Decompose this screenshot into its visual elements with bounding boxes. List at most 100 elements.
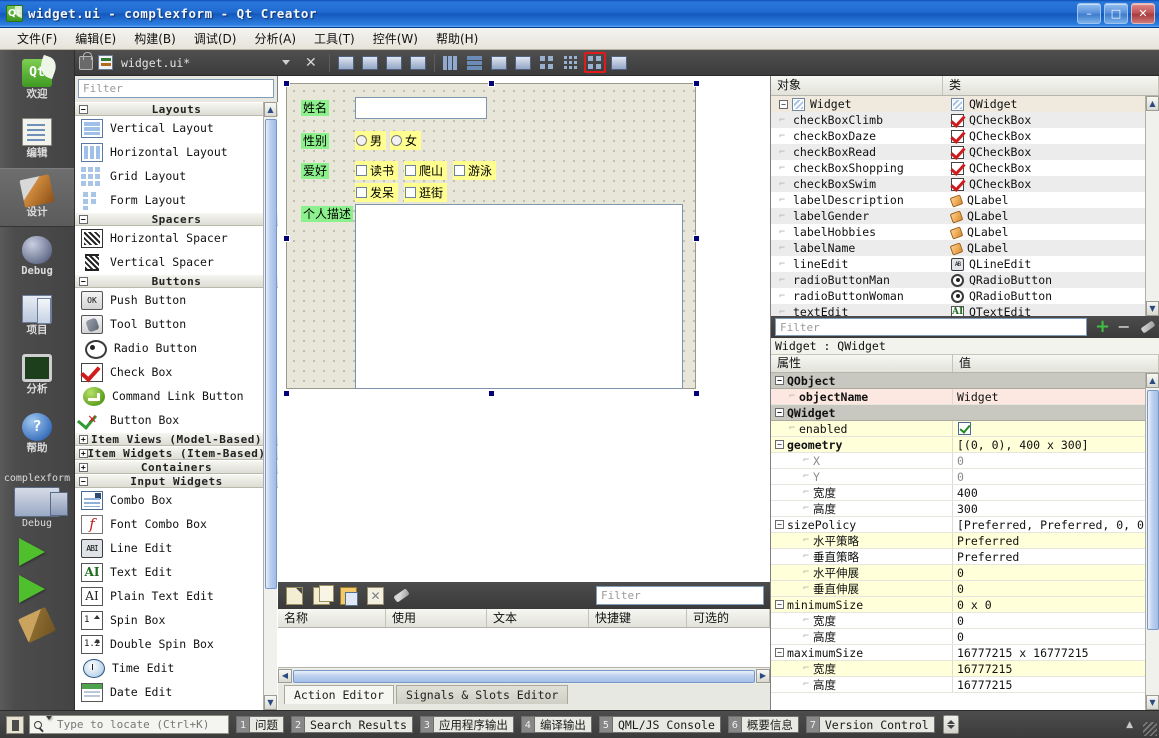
object-column-object[interactable]: 对象	[771, 76, 943, 95]
object-row-labelhobbies[interactable]: ⌐ labelHobbies QLabel	[771, 224, 1159, 240]
object-row-radiobuttonman[interactable]: ⌐ radioButtonMan QRadioButton	[771, 272, 1159, 288]
widget-item-horizontal-layout[interactable]: Horizontal Layout	[75, 140, 278, 164]
object-row-checkboxclimb[interactable]: ⌐ checkBoxClimb QCheckBox	[771, 112, 1159, 128]
status-pane-qml-js-console[interactable]: 5 QML/JS Console	[598, 716, 721, 733]
build-hammer-icon[interactable]	[17, 606, 57, 644]
configure-wrench-icon[interactable]	[393, 587, 411, 605]
collapse-icon[interactable]: −	[775, 520, 784, 529]
property-row-enabled[interactable]: ⌐ enabled	[771, 421, 1159, 437]
property-row-geometry-width[interactable]: ⌐ 宽度 400	[771, 485, 1159, 501]
resize-handle-bottom-center[interactable]	[488, 390, 495, 397]
object-row-checkboxshopping[interactable]: ⌐ checkBoxShopping QCheckBox	[771, 160, 1159, 176]
scrollbar-thumb[interactable]	[293, 669, 755, 683]
tab-signals-slots-editor[interactable]: Signals & Slots Editor	[396, 685, 569, 704]
unlocked-icon[interactable]	[79, 51, 93, 70]
widget-category-buttons[interactable]: − Buttons	[75, 274, 278, 288]
adjust-size-button[interactable]	[608, 52, 630, 73]
mode-welcome[interactable]: Qt 欢迎	[0, 50, 74, 109]
widget-item-text-edit[interactable]: AI Text Edit	[75, 560, 278, 584]
form-text-edit[interactable]	[355, 204, 683, 389]
form-label-hobbies[interactable]: 爱好	[301, 163, 330, 179]
tab-action-editor[interactable]: Action Editor	[284, 685, 395, 704]
form-layout-button[interactable]	[536, 52, 558, 73]
widget-item-combo-box[interactable]: Combo Box	[75, 488, 278, 512]
menu-analyze[interactable]: 分析(A)	[245, 28, 305, 49]
kit-selector[interactable]: complexform Debug	[0, 463, 74, 529]
property-value[interactable]: 0	[953, 613, 1159, 628]
paste-icon[interactable]	[340, 586, 358, 606]
property-value[interactable]: Widget	[953, 389, 1159, 404]
property-row-maximum-width[interactable]: ⌐ 宽度 16777215	[771, 661, 1159, 677]
form-label-name[interactable]: 姓名	[301, 100, 330, 116]
collapse-icon[interactable]: −	[79, 477, 88, 486]
object-row-checkboxswim[interactable]: ⌐ checkBoxSwim QCheckBox	[771, 176, 1159, 192]
property-row-geometry[interactable]: − geometry [(0, 0), 400 x 300]	[771, 437, 1159, 453]
status-pane-application-output[interactable]: 3 应用程序输出	[419, 716, 514, 733]
widget-item-push-button[interactable]: OK Push Button	[75, 288, 278, 312]
collapse-icon[interactable]: −	[775, 376, 784, 385]
form-checkbox-swim[interactable]: 游泳	[453, 161, 497, 180]
edit-buddies-button[interactable]	[383, 52, 405, 73]
scroll-up-icon[interactable]: ▲	[264, 102, 277, 117]
widget-item-tool-button[interactable]: Tool Button	[75, 312, 278, 336]
form-checkbox-climb[interactable]: 爬山	[404, 161, 448, 180]
property-column-name[interactable]: 属性	[771, 355, 953, 372]
property-row-minimum-height[interactable]: ⌐ 高度 0	[771, 629, 1159, 645]
object-inspector-scrollbar[interactable]: ▲ ▼	[1145, 96, 1159, 316]
widget-box-scrollbar[interactable]: ▲ ▼	[263, 102, 277, 710]
layout-horizontally-button[interactable]	[440, 52, 462, 73]
form-label-gender[interactable]: 性别	[301, 133, 330, 149]
property-value[interactable]: 0	[953, 581, 1159, 596]
menu-build[interactable]: 构建(B)	[125, 28, 185, 49]
maximize-button[interactable]: □	[1104, 3, 1128, 24]
plus-icon[interactable]: +	[1095, 318, 1110, 336]
action-column-name[interactable]: 名称	[278, 609, 386, 627]
widget-item-check-box[interactable]: Check Box	[75, 360, 278, 384]
object-row-labelgender[interactable]: ⌐ labelGender QLabel	[771, 208, 1159, 224]
action-horizontal-scrollbar[interactable]: ◀ ▶	[278, 668, 770, 684]
widget-item-date-edit[interactable]: Date Edit	[75, 680, 278, 704]
collapse-icon[interactable]: −	[775, 600, 784, 609]
property-group-qobject[interactable]: − QObject	[771, 373, 1159, 389]
property-row-vertical-stretch[interactable]: ⌐ 垂直伸展 0	[771, 581, 1159, 597]
scroll-down-icon[interactable]: ▼	[1146, 695, 1159, 710]
property-row-horizontal-policy[interactable]: ⌐ 水平策略 Preferred	[771, 533, 1159, 549]
property-value[interactable]: 0	[953, 469, 1159, 484]
object-row-labeldescription[interactable]: ⌐ labelDescription QLabel	[771, 192, 1159, 208]
form-checkbox-daze[interactable]: 发呆	[355, 183, 399, 202]
wrench-icon[interactable]	[1140, 320, 1155, 334]
scroll-up-icon[interactable]: ▲	[1146, 96, 1159, 111]
form-canvas[interactable]: 姓名 性别 男 女 爱好 读书 爬山 游泳 发呆 逛街 个人描述	[278, 76, 770, 582]
edit-signals-slots-button[interactable]	[359, 52, 381, 73]
status-pane-compile-output[interactable]: 4 编译输出	[520, 716, 592, 733]
splitter-horizontal-button[interactable]	[488, 52, 510, 73]
chevron-down-icon[interactable]	[282, 60, 290, 65]
break-layout-button[interactable]	[583, 52, 606, 73]
resize-grip[interactable]	[1143, 722, 1157, 736]
grid-layout-button[interactable]	[560, 52, 582, 73]
collapse-output-icon[interactable]: ▲	[1126, 720, 1133, 730]
resize-handle-bottom-left[interactable]	[283, 390, 290, 397]
action-column-text[interactable]: 文本	[487, 609, 589, 627]
resize-handle-top-left[interactable]	[283, 80, 290, 87]
resize-handle-bottom-right[interactable]	[693, 390, 700, 397]
form-line-edit[interactable]	[355, 97, 487, 119]
widget-item-double-spin-box[interactable]: 1.2 Double Spin Box	[75, 632, 278, 656]
widget-item-form-layout[interactable]: Form Layout	[75, 188, 278, 212]
property-value[interactable]: [(0, 0), 400 x 300]	[953, 437, 1159, 452]
mode-analyze[interactable]: 分析	[0, 345, 74, 404]
menu-widgets[interactable]: 控件(W)	[364, 28, 427, 49]
property-row-vertical-policy[interactable]: ⌐ 垂直策略 Preferred	[771, 549, 1159, 565]
action-column-shortcut[interactable]: 快捷键	[589, 609, 687, 627]
scroll-down-icon[interactable]: ▼	[264, 695, 277, 710]
mode-projects[interactable]: 项目	[0, 286, 74, 345]
property-row-horizontal-stretch[interactable]: ⌐ 水平伸展 0	[771, 565, 1159, 581]
object-row-labelname[interactable]: ⌐ labelName QLabel	[771, 240, 1159, 256]
object-row-widget[interactable]: − Widget QWidget	[771, 96, 1159, 112]
resize-handle-middle-left[interactable]	[283, 235, 290, 242]
edit-widgets-button[interactable]	[335, 52, 357, 73]
chevron-down-icon[interactable]	[46, 715, 52, 734]
resize-handle-middle-right[interactable]	[693, 235, 700, 242]
menu-tools[interactable]: 工具(T)	[305, 28, 364, 49]
delete-icon[interactable]: ✕	[367, 586, 384, 605]
